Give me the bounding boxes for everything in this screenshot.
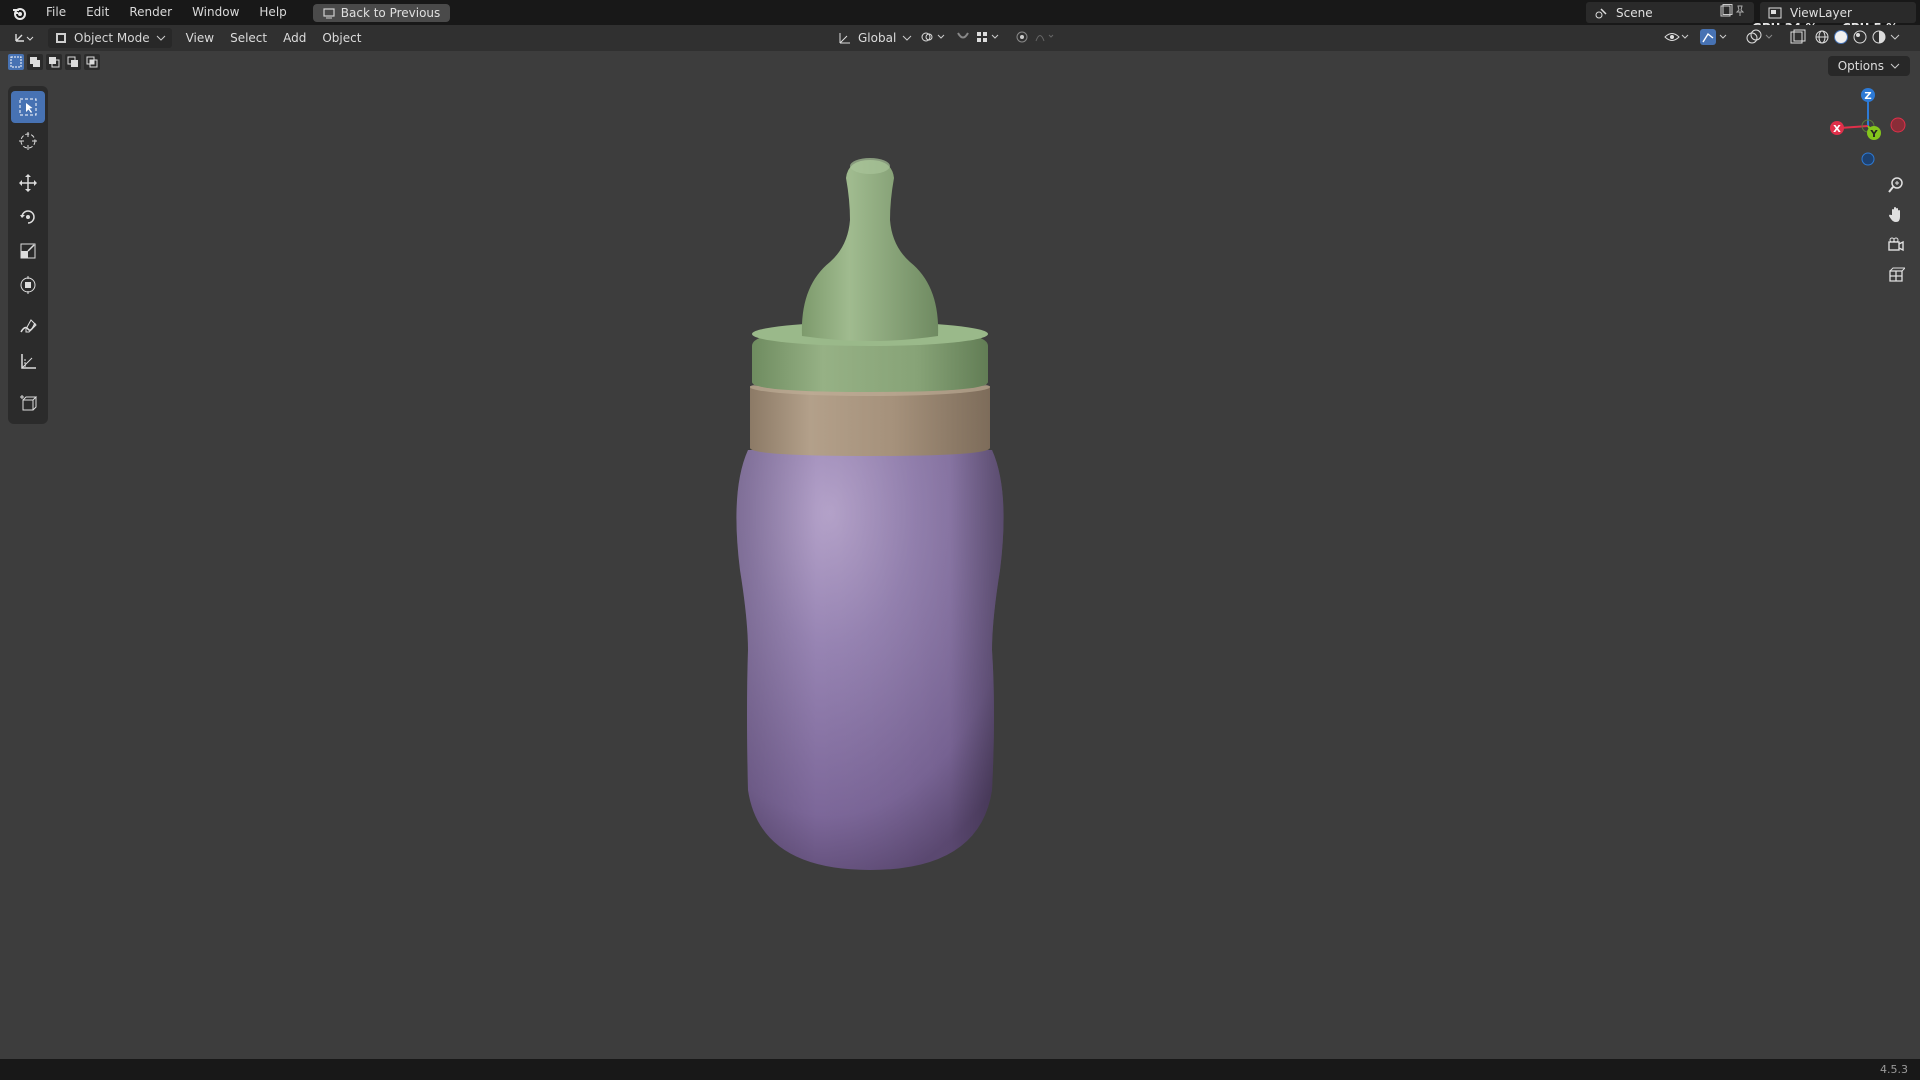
annotate-icon[interactable]	[11, 311, 45, 343]
chevron-down-icon	[156, 35, 165, 41]
x-axis-line	[1839, 125, 1869, 129]
shading-options-chevron-icon[interactable]	[1890, 29, 1900, 48]
snap-target-icon[interactable]	[976, 30, 1002, 47]
snap-icon[interactable]	[955, 30, 971, 47]
new-scene-icon[interactable]	[1719, 4, 1733, 21]
transform-icon[interactable]	[11, 269, 45, 301]
editor-type-button[interactable]	[6, 28, 42, 48]
3d-viewport-icon	[15, 34, 34, 42]
menu-help[interactable]: Help	[249, 0, 296, 25]
view-layer-selector[interactable]: ViewLayer	[1760, 2, 1916, 23]
svg-text:X: X	[1833, 124, 1841, 135]
scene-name: Scene	[1616, 5, 1653, 20]
rotate-icon[interactable]	[11, 201, 45, 233]
select-subtract-icon[interactable]	[46, 54, 62, 70]
show-gizmo-icon[interactable]	[1700, 29, 1730, 48]
transform-orientation-label: Global	[858, 31, 897, 45]
rendered-shading-icon[interactable]	[1871, 29, 1887, 48]
menu-select[interactable]: Select	[222, 28, 275, 48]
ortho-grid-icon[interactable]	[1883, 260, 1909, 290]
back-to-previous-button[interactable]: Back to Previous	[312, 3, 451, 22]
viewport-header: Object Mode View Select Add Object Globa…	[0, 25, 1920, 51]
wireframe-shading-icon[interactable]	[1814, 29, 1830, 48]
shading-modes	[1814, 29, 1900, 48]
measure-icon[interactable]	[11, 345, 45, 377]
scale-icon[interactable]	[11, 235, 45, 267]
overlays-icon[interactable]	[1746, 29, 1776, 48]
pivot-point-icon[interactable]	[920, 30, 946, 47]
transform-orientation-dropdown[interactable]: Global	[838, 28, 912, 48]
chevron-down-icon	[902, 35, 912, 41]
selection-mode-bar	[8, 54, 100, 70]
screen-back-icon	[323, 7, 335, 18]
bottle-ring	[750, 386, 990, 456]
menu-view[interactable]: View	[178, 28, 222, 48]
menu-file[interactable]: File	[36, 0, 76, 25]
select-extend-icon[interactable]	[27, 54, 43, 70]
xray-toggle-icon[interactable]	[1790, 29, 1806, 48]
menu-object[interactable]: Object	[314, 28, 369, 48]
menu-render[interactable]: Render	[119, 0, 182, 25]
version-label: 4.5.3	[1880, 1063, 1908, 1076]
pin-icon[interactable]	[1734, 5, 1746, 20]
svg-text:Y: Y	[1869, 129, 1878, 140]
pan-hand-icon[interactable]	[1883, 200, 1909, 230]
select-new-icon[interactable]	[8, 54, 24, 70]
svg-text:Z: Z	[1864, 91, 1871, 102]
options-label: Options	[1837, 59, 1884, 73]
baby-bottle-model[interactable]	[700, 150, 1060, 880]
object-mode-dropdown[interactable]: Object Mode	[48, 28, 172, 48]
viewport-nav-tools	[1883, 170, 1909, 290]
scene-icon	[1595, 7, 1607, 18]
select-invert-icon[interactable]	[65, 54, 81, 70]
menu-add[interactable]: Add	[275, 28, 314, 48]
blender-logo-icon[interactable]	[10, 4, 28, 22]
object-mode-icon	[56, 33, 66, 43]
x-negative-axis-handle[interactable]	[1890, 117, 1906, 133]
z-negative-axis-handle[interactable]	[1861, 152, 1875, 166]
options-dropdown[interactable]: Options	[1827, 56, 1910, 76]
view-layer-icon	[1768, 7, 1782, 18]
menu-window[interactable]: Window	[182, 0, 249, 25]
select-intersect-icon[interactable]	[84, 54, 100, 70]
material-shading-icon[interactable]	[1852, 29, 1868, 48]
object-mode-label: Object Mode	[74, 31, 150, 45]
navigation-gizmo[interactable]: Z X Y	[1820, 82, 1920, 172]
menu-edit[interactable]: Edit	[76, 0, 119, 25]
solid-shading-icon[interactable]	[1833, 29, 1849, 48]
select-box-icon[interactable]	[11, 91, 45, 123]
orientation-icon	[839, 33, 850, 44]
proportional-edit-icon[interactable]	[1016, 30, 1056, 47]
status-bar	[0, 1059, 1920, 1080]
back-to-previous-label: Back to Previous	[340, 5, 441, 20]
cursor-icon[interactable]	[11, 125, 45, 157]
add-cube-icon[interactable]	[11, 387, 45, 419]
move-icon[interactable]	[11, 167, 45, 199]
view-layer-name: ViewLayer	[1790, 5, 1852, 20]
tool-shelf	[8, 86, 48, 424]
camera-view-icon[interactable]	[1883, 230, 1909, 260]
bottle-nipple	[801, 160, 939, 341]
visibility-eye-icon[interactable]	[1664, 30, 1690, 47]
zoom-icon[interactable]	[1883, 170, 1909, 200]
chevron-down-icon	[1890, 63, 1900, 69]
